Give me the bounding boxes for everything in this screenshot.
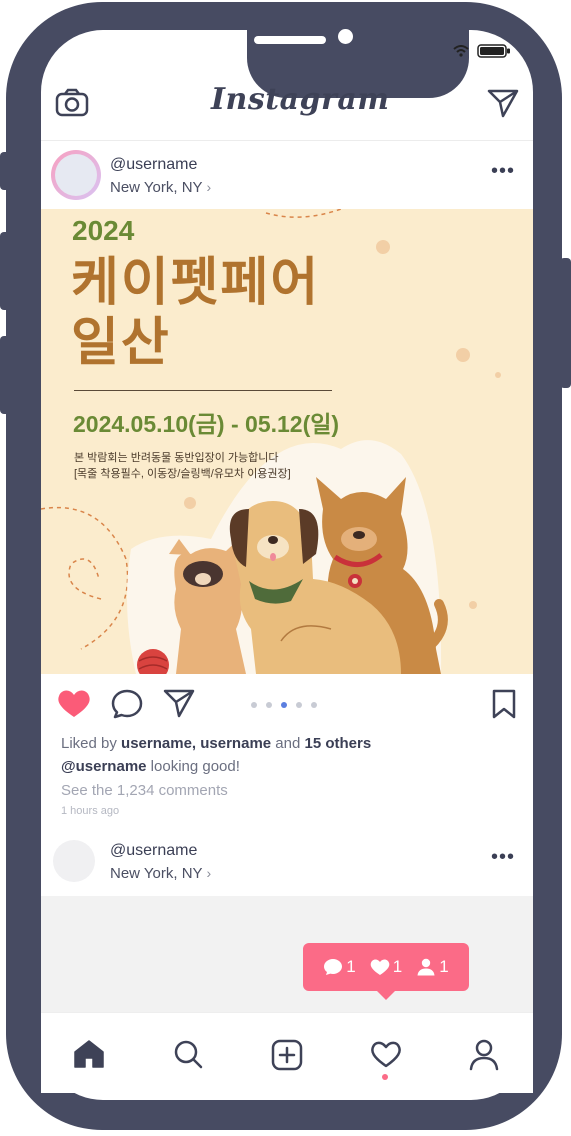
likes-summary: Liked by username, username and 15 other… <box>61 735 371 752</box>
notif-likes-count: 1 <box>392 957 403 976</box>
view-comments-link[interactable]: See the 1,234 comments <box>61 782 228 799</box>
post-actions <box>41 680 533 730</box>
notif-likes: 1 <box>370 957 402 977</box>
notif-comments-count: 1 <box>346 957 356 976</box>
notif-follows-count: 1 <box>439 957 449 976</box>
likes-prefix: Liked by <box>61 735 117 752</box>
battery-icon <box>477 44 510 58</box>
post-location[interactable]: New York, NY › <box>110 179 211 196</box>
event-title-line1: 케이펫페어 <box>71 254 321 312</box>
event-note-line1: 본 박람회는 반려동물 동반입장이 가능합니다 <box>74 452 279 464</box>
carousel-dot <box>311 702 317 708</box>
post-location-label: New York, NY <box>110 179 203 196</box>
home-icon[interactable] <box>73 1039 105 1069</box>
post-username[interactable]: @username <box>110 156 197 174</box>
chevron-right-icon: › <box>206 179 212 195</box>
likes-connector: and <box>275 735 301 752</box>
avatar[interactable] <box>51 150 101 200</box>
comment-icon[interactable] <box>111 689 143 719</box>
notif-follows: 1 <box>416 957 449 977</box>
comment-filled-icon <box>324 959 343 975</box>
post-header: @username New York, NY › ••• <box>41 142 533 208</box>
heart-filled-icon <box>370 959 390 975</box>
chevron-right-icon: › <box>206 865 212 881</box>
user-icon <box>417 958 435 976</box>
event-year: 2024 <box>72 215 135 246</box>
post-image[interactable]: 2024 케이펫페어 일산 2024.05.10(금) - 05.12(일) 본… <box>41 209 533 674</box>
status-bar <box>453 44 511 58</box>
profile-icon[interactable] <box>469 1039 499 1071</box>
next-post-username[interactable]: @username <box>110 842 197 860</box>
speaker <box>254 36 326 44</box>
event-note-line2: [목줄 착용필수, 이동장/슬링백/유모차 이용권장] <box>74 468 291 480</box>
send-icon[interactable] <box>487 88 519 118</box>
next-post-header: @username New York, NY › ••• <box>41 828 533 894</box>
share-icon[interactable] <box>163 688 195 718</box>
activity-indicator-dot <box>382 1074 388 1080</box>
next-post-location[interactable]: New York, NY › <box>110 865 211 882</box>
caption-text: looking good! <box>150 758 240 775</box>
event-title-line2: 일산 <box>71 314 171 372</box>
avatar[interactable] <box>53 840 95 882</box>
carousel-dot <box>266 702 272 708</box>
front-camera <box>338 29 353 44</box>
bottom-tab-bar <box>41 1012 533 1093</box>
post-caption: @username looking good! <box>61 758 240 775</box>
post-timestamp: 1 hours ago <box>61 805 120 817</box>
title-divider <box>74 390 332 391</box>
carousel-dot <box>281 702 287 708</box>
wifi-icon <box>453 45 469 57</box>
heart-filled-icon[interactable] <box>57 688 91 718</box>
bookmark-icon[interactable] <box>491 689 517 719</box>
search-icon[interactable] <box>173 1039 203 1069</box>
add-post-icon[interactable] <box>271 1039 303 1071</box>
carousel-dot <box>296 702 302 708</box>
heart-outline-icon[interactable] <box>370 1039 402 1069</box>
more-options-icon[interactable]: ••• <box>491 847 515 867</box>
likes-others[interactable]: 15 others <box>305 735 372 752</box>
notif-comments: 1 <box>323 957 356 977</box>
next-post-location-label: New York, NY <box>110 865 203 882</box>
carousel-dot <box>251 702 257 708</box>
app-header: Instagram <box>41 72 533 141</box>
notification-pointer <box>376 990 396 1000</box>
instagram-logo: Instagram <box>211 82 390 117</box>
camera-icon[interactable] <box>55 88 89 118</box>
caption-username[interactable]: @username <box>61 758 147 775</box>
event-title: 케이펫페어 일산 <box>71 253 320 373</box>
likes-users[interactable]: username, username <box>121 735 271 752</box>
event-date: 2024.05.10(금) - 05.12(일) <box>73 411 340 437</box>
more-options-icon[interactable]: ••• <box>491 161 515 181</box>
activity-notification[interactable]: 1 1 1 <box>303 943 469 991</box>
carousel-indicator <box>251 702 317 708</box>
